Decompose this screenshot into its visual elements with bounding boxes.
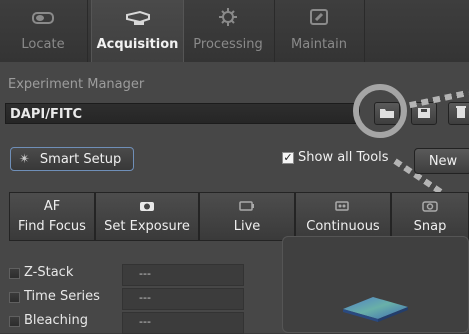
z-stack-checkbox[interactable] — [9, 268, 20, 279]
smart-setup-label: Smart Setup — [39, 151, 122, 167]
time-series-checkbox[interactable] — [9, 292, 20, 303]
new-experiment-button[interactable]: New — [414, 148, 469, 174]
highlight-circle — [353, 84, 407, 138]
z-stack-label: Z-Stack — [24, 265, 74, 280]
live-label: Live — [233, 219, 261, 234]
time-series-label: Time Series — [24, 289, 100, 304]
snap-button[interactable]: Snap — [391, 192, 469, 241]
tab-maintain[interactable]: Maintain — [275, 0, 363, 62]
experiment-manager-header: Experiment Manager — [8, 77, 145, 92]
maintain-icon — [275, 6, 363, 28]
tab-locate-label: Locate — [21, 37, 65, 52]
bleaching-value: --- — [122, 312, 244, 334]
set-exposure-button[interactable]: Set Exposure — [95, 192, 199, 241]
save-icon — [417, 104, 431, 123]
stack-preview-image — [343, 297, 408, 322]
camera-icon — [96, 198, 198, 214]
bleaching-label: Bleaching — [24, 313, 88, 328]
af-label: AF — [43, 198, 61, 214]
time-series-value: --- — [122, 288, 244, 310]
find-focus-button[interactable]: AF Find Focus — [9, 192, 95, 241]
wand-icon: ✴ — [19, 151, 30, 167]
acquisition-icon — [92, 6, 183, 28]
live-button[interactable]: Live — [199, 192, 295, 241]
stack-preview — [282, 236, 469, 333]
tab-locate[interactable]: Locate — [0, 0, 86, 62]
show-all-tools-label: Show all Tools — [298, 150, 389, 165]
module-tab-bar: Locate Acquisition Processing Maintain — [0, 0, 469, 62]
z-stack-value: --- — [122, 264, 244, 286]
live-icon — [200, 198, 294, 214]
trash-icon — [455, 104, 467, 123]
find-focus-label: Find Focus — [18, 219, 86, 234]
snap-icon — [392, 198, 468, 214]
snap-label: Snap — [413, 219, 447, 234]
continuous-icon — [296, 198, 390, 214]
experiment-selector[interactable]: DAPI/FITC — [5, 103, 360, 124]
tab-acquisition-label: Acquisition — [96, 37, 179, 52]
delete-experiment-button[interactable] — [448, 102, 469, 125]
continuous-button[interactable]: Continuous — [295, 192, 391, 241]
processing-icon — [183, 6, 273, 28]
tab-processing-label: Processing — [193, 37, 263, 52]
tab-acquisition[interactable]: Acquisition — [91, 0, 184, 62]
set-exposure-label: Set Exposure — [104, 219, 190, 234]
show-all-tools-checkbox[interactable]: ✓ — [282, 152, 294, 164]
acquisition-actions: AF Find Focus Set Exposure Live Continuo… — [9, 192, 469, 241]
bleaching-checkbox[interactable] — [9, 316, 20, 327]
tab-processing[interactable]: Processing — [183, 0, 273, 62]
smart-setup-button[interactable]: ✴ Smart Setup — [10, 147, 134, 171]
continuous-label: Continuous — [306, 219, 380, 234]
locate-icon — [0, 6, 86, 28]
tab-maintain-label: Maintain — [291, 37, 347, 52]
